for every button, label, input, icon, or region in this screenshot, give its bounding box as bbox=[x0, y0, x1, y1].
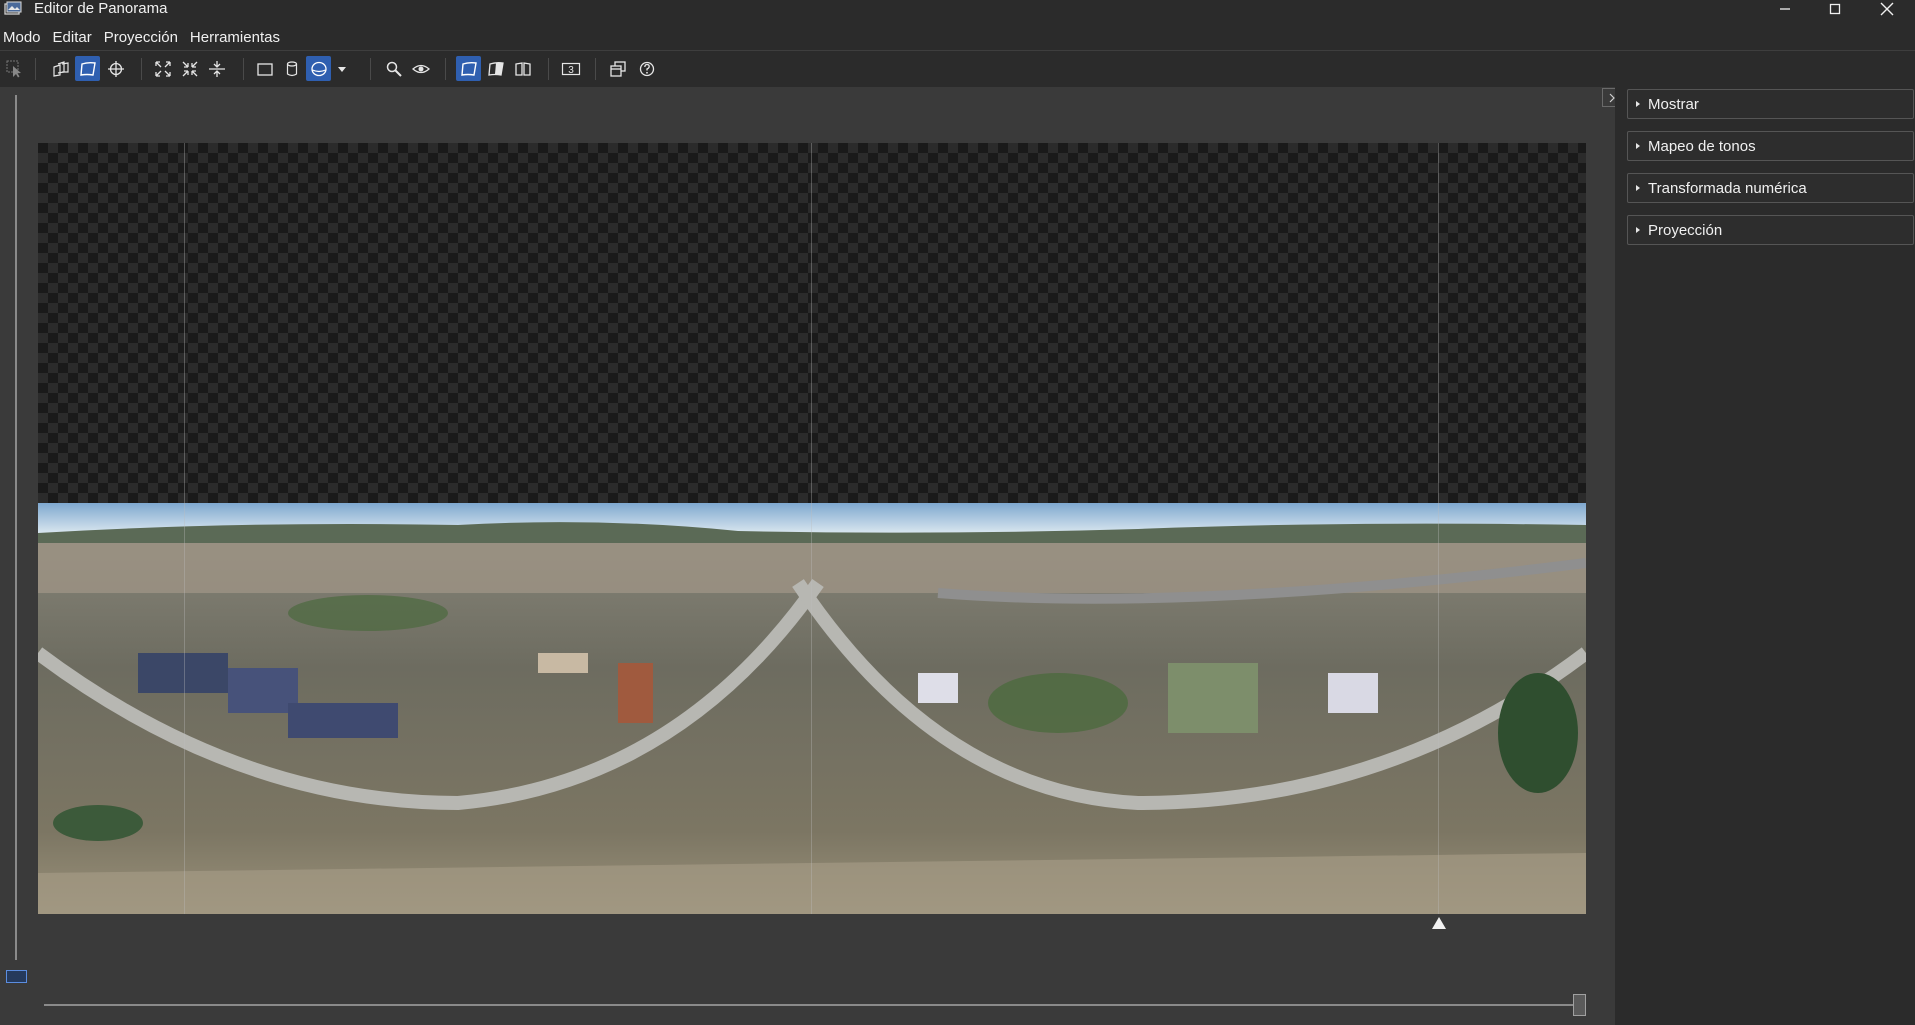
section-label: Mapeo de tonos bbox=[1648, 137, 1756, 155]
minimize-icon bbox=[1780, 8, 1790, 10]
triangle-right-icon bbox=[1628, 131, 1648, 161]
guide-line bbox=[184, 143, 185, 914]
vertical-fov-slider-track[interactable] bbox=[15, 95, 17, 960]
overlay-windows-icon bbox=[609, 60, 626, 77]
menu-editar[interactable]: Editar bbox=[49, 26, 100, 50]
section-mapeo-de-tonos[interactable]: Mapeo de tonos bbox=[1627, 131, 1914, 161]
select-pointer-icon bbox=[6, 60, 21, 77]
projection-dropdown-button[interactable] bbox=[333, 56, 351, 81]
toolbar-separator bbox=[243, 58, 244, 80]
drag-panorama-button[interactable] bbox=[75, 56, 100, 81]
horizon-center-marker[interactable] bbox=[1432, 917, 1446, 929]
toolbar-separator bbox=[445, 58, 446, 80]
center-horizon-button[interactable] bbox=[204, 56, 229, 81]
display-mode-normal-button[interactable] bbox=[456, 56, 481, 81]
panorama-app-icon bbox=[4, 1, 22, 16]
triangle-right-icon bbox=[1628, 173, 1648, 203]
horizontal-fov-slider-handle[interactable] bbox=[1573, 994, 1586, 1016]
stack-number-button[interactable]: 3 bbox=[558, 56, 583, 81]
minimize-button[interactable] bbox=[1762, 0, 1808, 18]
menu-herramientas[interactable]: Herramientas bbox=[186, 26, 288, 50]
toolbar-separator bbox=[370, 58, 371, 80]
cylindrical-projection-button[interactable] bbox=[279, 56, 304, 81]
triangle-right-icon bbox=[1628, 89, 1648, 119]
vertical-fov-slider-handle[interactable] bbox=[6, 970, 27, 983]
toolbar-separator bbox=[35, 58, 36, 80]
display-mode-normal-icon bbox=[460, 61, 477, 76]
zoom-icon bbox=[386, 61, 402, 77]
fit-expand-icon bbox=[154, 60, 171, 77]
toolbar-separator bbox=[141, 58, 142, 80]
rectilinear-projection-icon bbox=[256, 62, 273, 76]
section-label: Transformada numérica bbox=[1648, 179, 1807, 197]
rectilinear-projection-button[interactable] bbox=[252, 56, 277, 81]
window-title: Editor de Panorama bbox=[34, 0, 168, 17]
help-button[interactable] bbox=[634, 56, 659, 81]
overlay-windows-button[interactable] bbox=[605, 56, 630, 81]
section-proyeccion[interactable]: Proyección bbox=[1627, 215, 1914, 245]
display-mode-blend-icon bbox=[487, 61, 504, 76]
section-label: Mostrar bbox=[1648, 95, 1699, 113]
center-guide-line bbox=[811, 143, 812, 914]
cylindrical-projection-icon bbox=[286, 60, 297, 76]
identify-crosshair-icon bbox=[107, 60, 124, 77]
preview-images-icon bbox=[52, 60, 69, 77]
maximize-icon bbox=[1829, 3, 1841, 15]
panorama-image bbox=[38, 503, 1586, 914]
stack-number-label: 3 bbox=[568, 65, 574, 76]
display-mode-difference-button[interactable] bbox=[510, 56, 535, 81]
fit-contract-icon bbox=[182, 61, 197, 76]
triangle-right-icon bbox=[1628, 215, 1648, 245]
close-button[interactable] bbox=[1864, 0, 1910, 18]
close-icon bbox=[1880, 2, 1894, 16]
display-mode-difference-icon bbox=[514, 61, 531, 76]
menu-bar: Modo Editar Proyección Herramientas bbox=[0, 26, 288, 50]
menu-modo[interactable]: Modo bbox=[0, 26, 49, 50]
projection-dropdown-icon bbox=[338, 66, 346, 72]
section-transformada-numerica[interactable]: Transformada numérica bbox=[1627, 173, 1914, 203]
equirectangular-projection-icon bbox=[310, 61, 327, 76]
panorama-preview[interactable] bbox=[38, 143, 1586, 914]
toolbar-separator bbox=[595, 58, 596, 80]
section-label: Proyección bbox=[1648, 221, 1723, 239]
section-mostrar[interactable]: Mostrar bbox=[1627, 89, 1914, 119]
toolbar: 3 bbox=[0, 55, 1915, 83]
zoom-button[interactable] bbox=[381, 56, 406, 81]
fit-contract-button[interactable] bbox=[177, 56, 202, 81]
stack-number-icon: 3 bbox=[561, 62, 580, 76]
fit-expand-button[interactable] bbox=[150, 56, 175, 81]
horizontal-fov-slider-track[interactable] bbox=[44, 1004, 1584, 1006]
select-pointer-button[interactable] bbox=[2, 56, 27, 81]
preview-eye-icon bbox=[411, 64, 430, 73]
maximize-button[interactable] bbox=[1812, 0, 1858, 18]
preview-eye-button[interactable] bbox=[408, 56, 433, 81]
menu-divider bbox=[0, 50, 1915, 51]
equirectangular-projection-button[interactable] bbox=[306, 56, 331, 81]
toolbar-separator bbox=[548, 58, 549, 80]
menu-proyeccion[interactable]: Proyección bbox=[100, 26, 186, 50]
drag-panorama-icon bbox=[79, 61, 96, 76]
center-horizon-icon bbox=[208, 60, 225, 77]
preview-images-button[interactable] bbox=[48, 56, 73, 81]
title-bar: Editor de Panorama bbox=[0, 0, 1915, 18]
identify-crosshair-button[interactable] bbox=[103, 56, 128, 81]
display-mode-blend-button[interactable] bbox=[483, 56, 508, 81]
help-icon bbox=[639, 61, 654, 76]
guide-line bbox=[1438, 143, 1439, 914]
